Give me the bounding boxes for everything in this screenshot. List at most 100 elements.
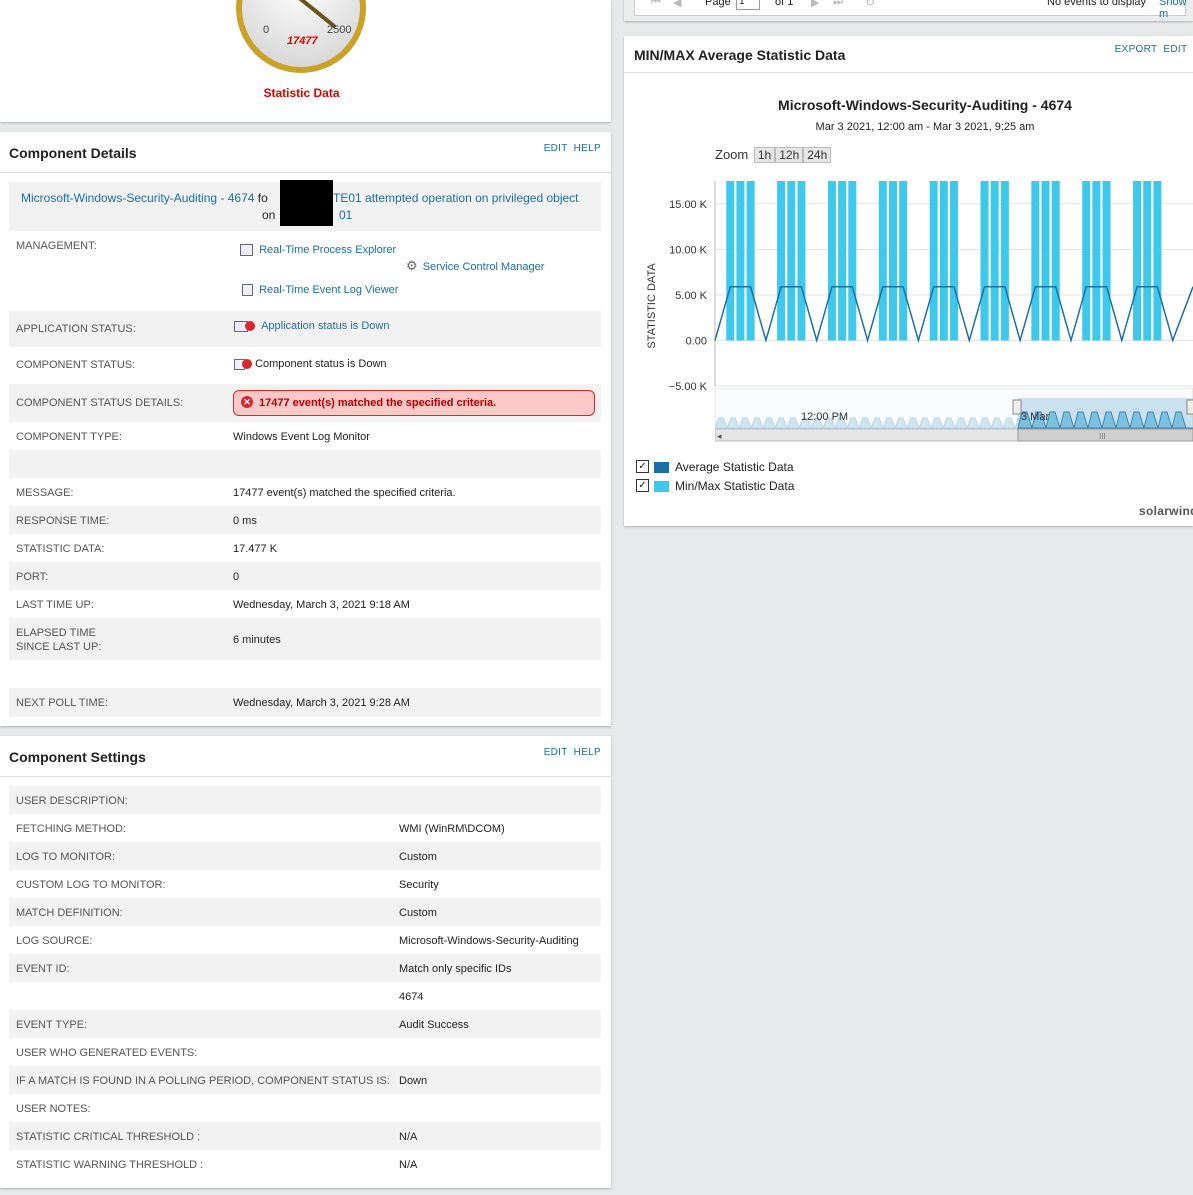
minmax-bar[interactable] — [1133, 181, 1142, 341]
page-input[interactable]: 1 — [736, 0, 760, 10]
event-log-viewer-link[interactable]: Real-Time Event Log Viewer — [242, 284, 398, 297]
prev-page-icon[interactable]: ◀ — [673, 0, 681, 9]
minmax-bar[interactable] — [777, 181, 786, 341]
minmax-bar[interactable] — [726, 181, 735, 341]
first-page-icon[interactable]: ⏮ — [651, 0, 661, 9]
minmax-bar[interactable] — [797, 181, 806, 341]
last-time-up-row: LAST TIME UP: Wednesday, March 3, 2021 9… — [9, 590, 601, 618]
legend-average[interactable]: ✓ Average Statistic Data — [636, 460, 836, 474]
minmax-bar[interactable] — [1031, 181, 1040, 341]
refresh-icon[interactable]: ↻ — [865, 0, 875, 9]
zoom-12h-button[interactable]: 12h — [775, 147, 804, 163]
minmax-bar[interactable] — [1102, 181, 1111, 341]
event-log-viewer-label[interactable]: Real-Time Event Log Viewer — [259, 284, 398, 296]
port-row: PORT: 0 — [9, 562, 601, 590]
y-tick-label: 5.00 K — [675, 290, 707, 302]
last-page-icon[interactable]: ⏭ — [833, 0, 843, 9]
minmax-bar[interactable] — [746, 181, 755, 341]
events-pager: ⏮ ◀ Page 1 of 1 ▶ ⏭ ↻ No events to displ… — [624, 0, 1193, 21]
export-link[interactable]: EXPORT — [1115, 44, 1158, 55]
process-explorer-link[interactable]: Real-Time Process Explorer — [240, 244, 396, 257]
app-status-value[interactable]: Application status is Down — [234, 319, 389, 332]
minmax-bar[interactable] — [1092, 181, 1101, 341]
show-more-link[interactable]: Show m — [1159, 0, 1187, 20]
error-icon: ✕ — [241, 396, 253, 408]
minmax-bar[interactable] — [827, 181, 836, 341]
minmax-bar[interactable] — [980, 181, 989, 341]
edit-link[interactable]: EDIT — [544, 747, 568, 758]
scroll-left-icon[interactable]: ◂ — [717, 431, 722, 441]
help-link[interactable]: HELP — [574, 143, 601, 154]
settings-row: LOG SOURCE: Microsoft-Windows-Security-Au… — [9, 926, 601, 954]
minmax-bar[interactable] — [899, 181, 908, 341]
headline-text-on: on — [262, 208, 276, 222]
minmax-bar[interactable] — [736, 181, 745, 341]
app-status-label: APPLICATION STATUS: — [16, 323, 136, 335]
app-status-link[interactable]: Application status is Down — [261, 320, 389, 332]
minmax-bar[interactable] — [848, 181, 857, 341]
settings-row-label: USER DESCRIPTION: — [16, 795, 128, 807]
statistic-gauge: 0 2500 17477 — [236, 0, 366, 73]
settings-row-value: Down — [399, 1075, 428, 1087]
navigator-label-noon: 12:00 PM — [801, 411, 848, 423]
navigator-right-handle[interactable] — [1186, 399, 1193, 415]
chart-header-links: EXPORTEDIT( — [1109, 44, 1193, 55]
minmax-bar[interactable] — [1051, 181, 1060, 341]
chart-navigator[interactable]: 12:00 PM 3 Mar ◂ III — [714, 387, 1193, 442]
edit-link[interactable]: EDIT — [1163, 44, 1187, 55]
response-label: RESPONSE TIME: — [16, 515, 110, 527]
response-value: 0 ms — [233, 515, 257, 527]
settings-row-value: N/A — [399, 1159, 418, 1171]
port-value: 0 — [233, 571, 240, 583]
help-link[interactable]: HELP — [574, 747, 601, 758]
settings-row-value: Custom — [399, 907, 437, 919]
settings-row-value: WMI (WinRM\DCOM) — [399, 823, 505, 835]
service-control-label[interactable]: Service Control Manager — [423, 261, 545, 273]
component-headline-link[interactable]: Microsoft-Windows-Security-Auditing - 46… — [21, 191, 254, 205]
minmax-bar[interactable] — [787, 181, 796, 341]
settings-row-label: CUSTOM LOG TO MONITOR: — [16, 879, 166, 891]
minmax-bar[interactable] — [1082, 181, 1091, 341]
elapsed-time-row: ELAPSED TIME SINCE LAST UP: 6 minutes — [9, 618, 601, 660]
status-down-icon — [245, 321, 255, 331]
panel-header-links: EDIT HELP — [538, 143, 601, 154]
legend-average-checkbox[interactable]: ✓ — [636, 460, 649, 473]
minmax-bar[interactable] — [1000, 181, 1009, 341]
minmax-bar[interactable] — [950, 181, 958, 341]
zoom-label: Zoom — [715, 147, 749, 162]
minmax-bar[interactable] — [929, 181, 938, 341]
component-details-panel: Component Details EDIT HELP Microsoft-Win… — [0, 132, 611, 726]
minmax-bar[interactable] — [878, 181, 887, 341]
minmax-bar[interactable] — [990, 181, 999, 341]
zoom-24h-button[interactable]: 24h — [803, 147, 832, 163]
settings-row: USER NOTES: — [9, 1094, 601, 1122]
settings-row-value: Custom — [399, 851, 437, 863]
minmax-bar[interactable] — [939, 181, 948, 341]
application-status-row: APPLICATION STATUS: Application status i… — [9, 311, 601, 347]
settings-row: 4674 — [9, 982, 601, 1010]
settings-row: EVENT TYPE: Audit Success — [9, 1010, 601, 1038]
gauge-caption: Statistic Data — [263, 86, 340, 100]
edit-link[interactable]: EDIT — [544, 143, 568, 154]
legend-minmax[interactable]: ✓ Min/Max Statistic Data — [636, 479, 836, 493]
settings-row: STATISTIC WARNING THRESHOLD : N/A — [9, 1150, 601, 1178]
gauge-value: 17477 — [287, 35, 318, 47]
minmax-bar[interactable] — [1143, 181, 1152, 341]
settings-row-value: 4674 — [399, 991, 424, 1003]
component-status-row: COMPONENT STATUS: Component status is Do… — [9, 349, 601, 383]
minmax-bar[interactable] — [838, 181, 847, 341]
minmax-bar[interactable] — [1153, 181, 1162, 341]
navigator-left-handle[interactable] — [1012, 399, 1022, 415]
page-label: Page — [705, 0, 731, 8]
legend-minmax-checkbox[interactable]: ✓ — [636, 479, 649, 492]
next-page-icon[interactable]: ▶ — [811, 0, 819, 9]
management-label: MANAGEMENT: — [16, 240, 97, 252]
scroll-grip-icon: III — [1099, 432, 1106, 441]
next-poll-label: NEXT POLL TIME: — [16, 697, 109, 709]
service-control-link[interactable]: ⚙ Service Control Manager — [406, 258, 544, 274]
minmax-bar[interactable] — [1041, 181, 1050, 341]
minmax-chart: STATISTIC DATA −5.00 K 0.00 5.00 K 10.00 K 1… — [646, 181, 1193, 406]
zoom-1h-button[interactable]: 1h — [753, 147, 776, 163]
minmax-bar[interactable] — [888, 181, 897, 341]
process-explorer-label[interactable]: Real-Time Process Explorer — [259, 244, 396, 256]
